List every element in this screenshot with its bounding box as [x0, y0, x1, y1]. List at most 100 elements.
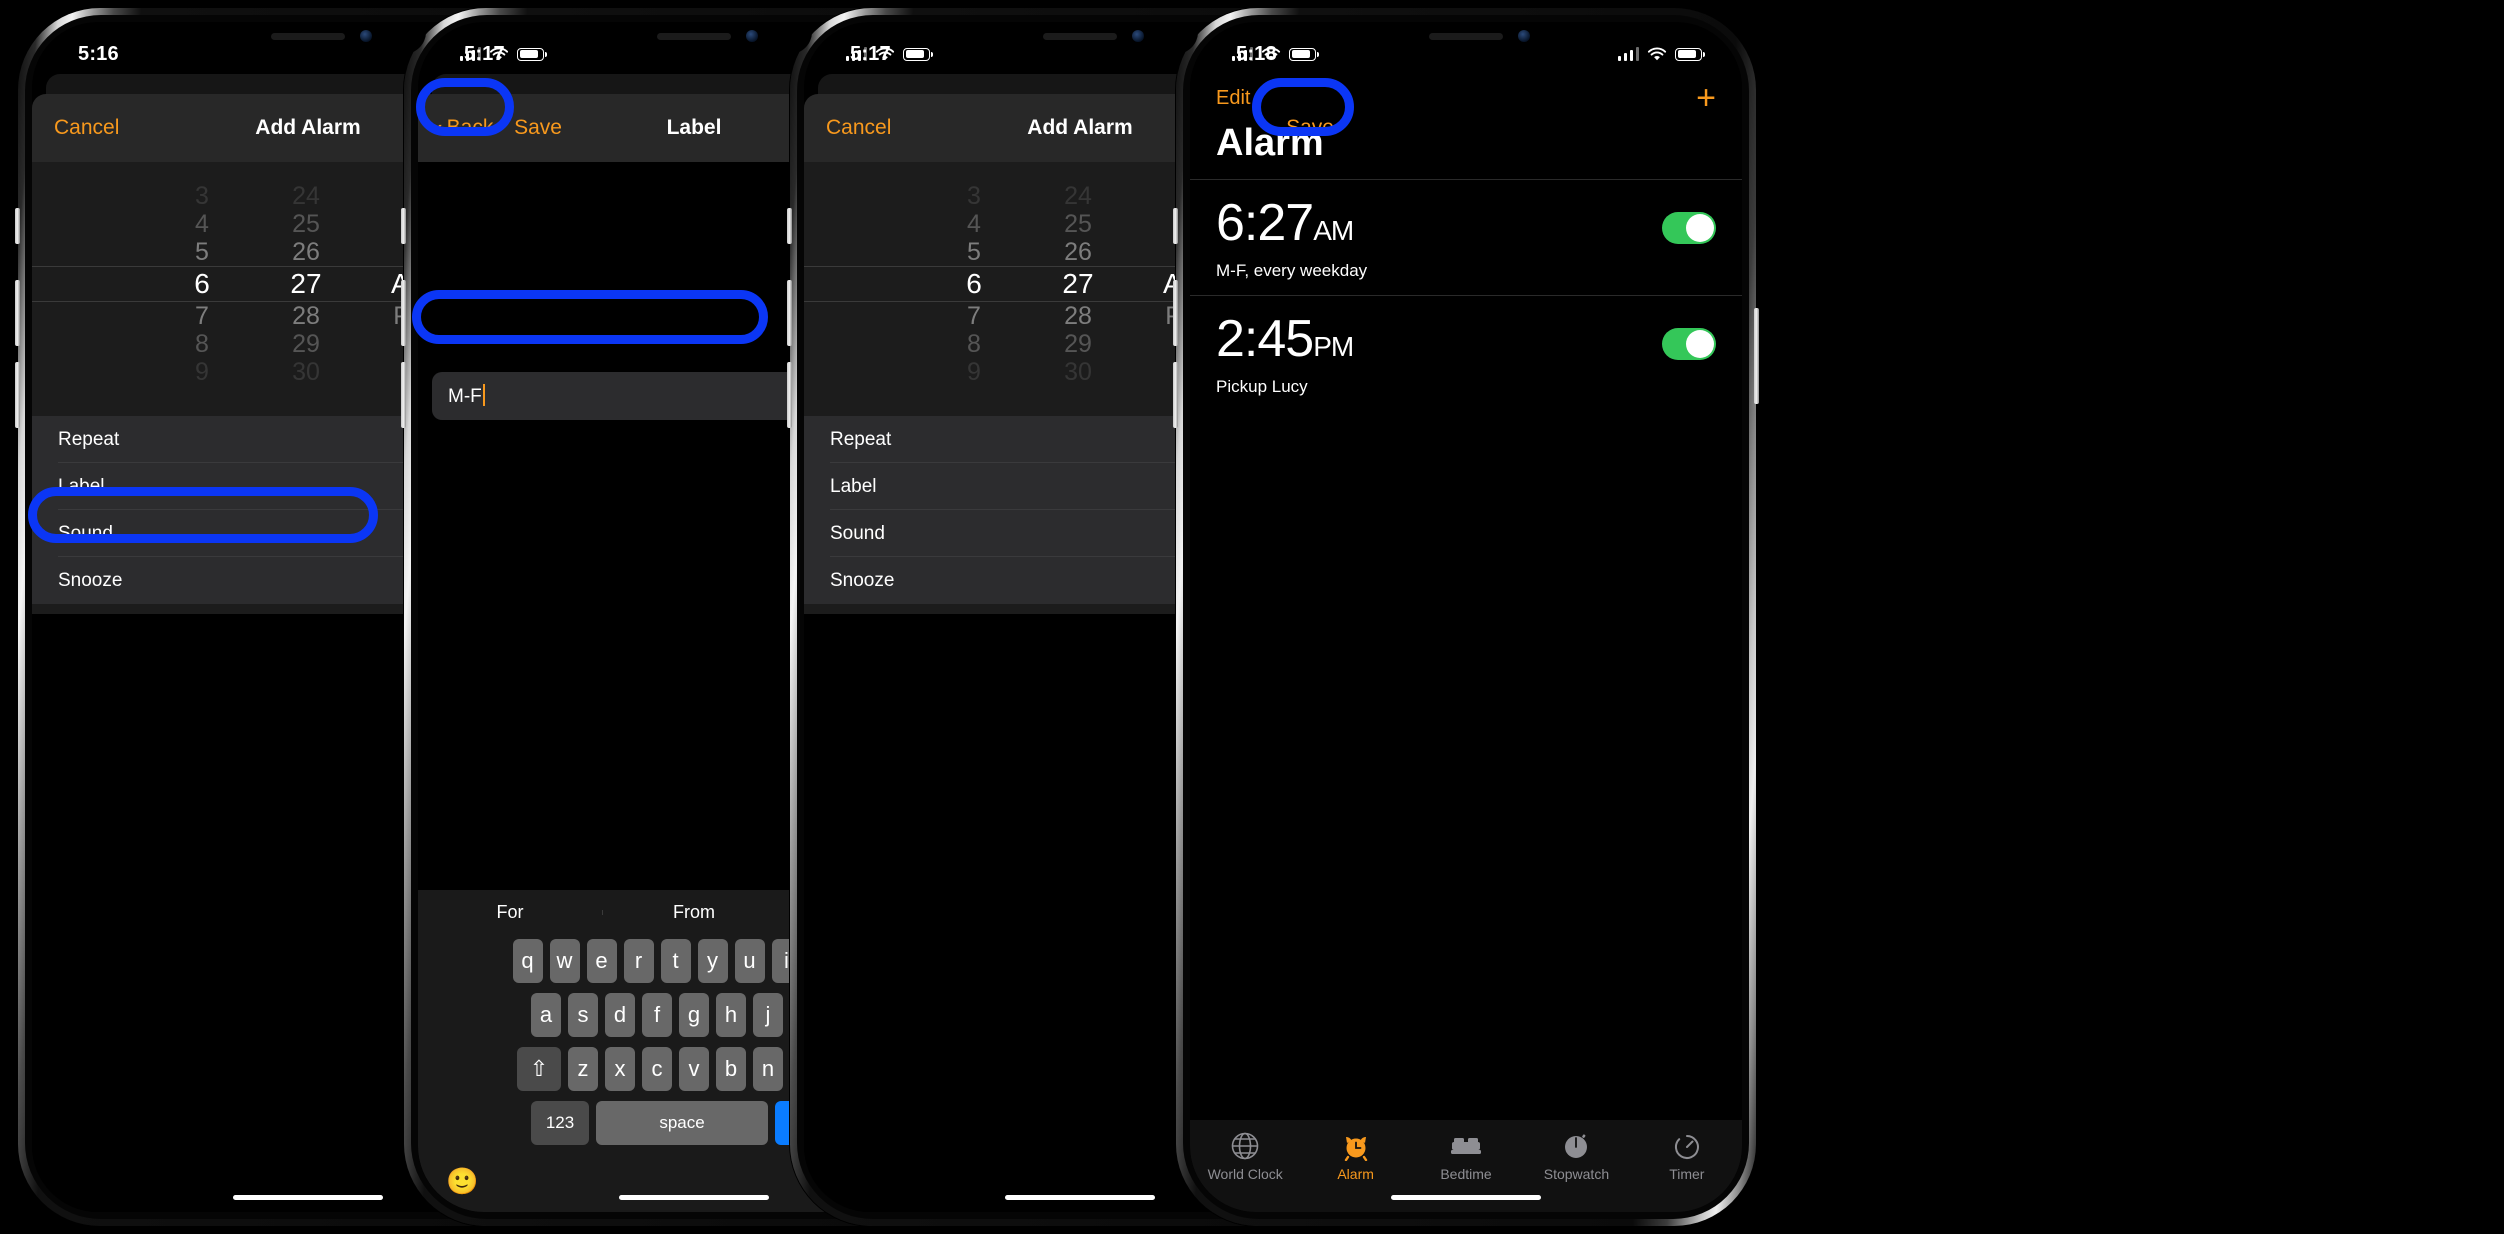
key-n[interactable]: n — [753, 1047, 783, 1091]
save-button[interactable]: Save — [514, 116, 562, 140]
volume-down-button[interactable] — [401, 362, 406, 428]
notch — [962, 22, 1198, 54]
save-button[interactable]: Save — [1286, 116, 1334, 140]
volume-up-button[interactable] — [1173, 280, 1178, 346]
picker-cell: 8 — [195, 330, 209, 358]
status-time: 5:17 — [464, 42, 505, 65]
home-indicator[interactable] — [1391, 1195, 1541, 1200]
key-u[interactable]: u — [734, 939, 765, 983]
key-j[interactable]: j — [753, 993, 783, 1037]
picker-cell: 24 — [292, 182, 320, 210]
emoji-icon[interactable]: 🙂 — [446, 1166, 478, 1197]
volume-up-button[interactable] — [15, 280, 20, 346]
key-z[interactable]: z — [568, 1047, 598, 1091]
status-time: 5:17 — [850, 42, 891, 65]
alarm-row[interactable]: 2:45PM Pickup Lucy — [1190, 295, 1742, 411]
earpiece-speaker — [1043, 33, 1117, 40]
mute-switch[interactable] — [1173, 208, 1178, 244]
home-indicator[interactable] — [619, 1195, 769, 1200]
battery-icon — [1675, 47, 1705, 61]
tab-alarm[interactable]: Alarm — [1300, 1130, 1410, 1182]
front-camera — [1132, 30, 1144, 42]
mute-switch[interactable] — [15, 208, 20, 244]
mute-switch[interactable] — [401, 208, 406, 244]
edit-button[interactable]: Edit — [1216, 87, 1250, 110]
space-key[interactable]: space — [596, 1101, 768, 1145]
alarm-row[interactable]: 6:27AM M-F, every weekday — [1190, 179, 1742, 295]
hour-column[interactable]: 3 4 5 6 7 8 9 — [924, 182, 1024, 386]
row-label: Repeat — [58, 428, 120, 450]
screenshot-stage: 5:16 Cancel Add Alarm Save 3 4 5 6 7 8 9… — [0, 0, 2504, 1234]
key-x[interactable]: x — [605, 1047, 635, 1091]
add-alarm-button[interactable]: + — [1696, 81, 1716, 115]
tab-label: Bedtime — [1440, 1166, 1492, 1182]
front-camera — [746, 30, 758, 42]
key-b[interactable]: b — [716, 1047, 746, 1091]
tab-timer[interactable]: Timer — [1632, 1130, 1742, 1182]
home-indicator[interactable] — [1005, 1195, 1155, 1200]
label-input-text: M-F — [448, 386, 482, 407]
status-indicators — [1617, 47, 1705, 62]
key-t[interactable]: t — [660, 939, 691, 983]
minute-column[interactable]: 24 25 26 27 28 29 30 — [256, 182, 356, 386]
volume-up-button[interactable] — [787, 280, 792, 346]
alarm-subtitle: Pickup Lucy — [1216, 377, 1308, 396]
bed-icon — [1411, 1130, 1521, 1162]
text-caret — [482, 384, 485, 406]
status-time: 5:18 — [1236, 42, 1277, 65]
picker-cell: 7 — [195, 302, 209, 330]
label-input-value: M-F — [448, 384, 485, 408]
key-d[interactable]: d — [605, 993, 635, 1037]
picker-selected-minute: 27 — [1062, 268, 1094, 299]
key-g[interactable]: g — [679, 993, 709, 1037]
volume-down-button[interactable] — [787, 362, 792, 428]
key-c[interactable]: c — [642, 1047, 672, 1091]
picker-selected-hour: 6 — [966, 268, 982, 299]
hour-column[interactable]: 3 4 5 6 7 8 9 — [152, 182, 252, 386]
row-label: Repeat — [830, 428, 892, 450]
prediction-2[interactable]: From — [602, 902, 786, 923]
key-q[interactable]: q — [512, 939, 543, 983]
key-e[interactable]: e — [586, 939, 617, 983]
key-h[interactable]: h — [716, 993, 746, 1037]
picker-cell: 26 — [292, 238, 320, 266]
power-button[interactable] — [1754, 308, 1759, 404]
notch — [190, 22, 426, 54]
globe-icon — [1190, 1130, 1300, 1162]
alarm-toggle[interactable] — [1662, 212, 1716, 244]
key-y[interactable]: y — [697, 939, 728, 983]
alarm-list-toolbar: Edit + — [1190, 74, 1742, 118]
key-v[interactable]: v — [679, 1047, 709, 1091]
alarm-clock-icon — [1300, 1130, 1410, 1162]
key-f[interactable]: f — [642, 993, 672, 1037]
home-indicator[interactable] — [233, 1195, 383, 1200]
minute-column[interactable]: 24 25 26 27 28 29 30 — [1028, 182, 1128, 386]
key-s[interactable]: s — [568, 993, 598, 1037]
prediction-1[interactable]: For — [418, 902, 602, 923]
shift-key-icon[interactable]: ⇧ — [517, 1047, 561, 1091]
key-a[interactable]: a — [531, 993, 561, 1037]
numbers-key[interactable]: 123 — [531, 1101, 589, 1145]
cancel-button[interactable]: Cancel — [54, 116, 119, 140]
back-button[interactable]: ‹ Back — [434, 115, 493, 141]
row-label: Sound — [830, 522, 885, 544]
key-w[interactable]: w — [549, 939, 580, 983]
row-label-text: Label — [830, 475, 877, 497]
picker-cell: 28 — [1064, 302, 1092, 330]
picker-cell: 26 — [1064, 238, 1092, 266]
mute-switch[interactable] — [787, 208, 792, 244]
key-r[interactable]: r — [623, 939, 654, 983]
notch — [576, 22, 812, 54]
tab-label: World Clock — [1207, 1166, 1283, 1182]
cancel-button[interactable]: Cancel — [826, 116, 891, 140]
volume-up-button[interactable] — [401, 280, 406, 346]
tab-world-clock[interactable]: World Clock — [1190, 1130, 1300, 1182]
volume-down-button[interactable] — [15, 362, 20, 428]
alarm-toggle[interactable] — [1662, 328, 1716, 360]
alarm-time: 6:27AM — [1216, 196, 1367, 258]
volume-down-button[interactable] — [1173, 362, 1178, 428]
phone-screen: 5:18 Edit + Alarm 6:27AM M-F, every week… — [1190, 22, 1742, 1212]
tab-bedtime[interactable]: Bedtime — [1411, 1130, 1521, 1182]
tab-stopwatch[interactable]: Stopwatch — [1521, 1130, 1631, 1182]
row-label: Snooze — [830, 569, 895, 591]
